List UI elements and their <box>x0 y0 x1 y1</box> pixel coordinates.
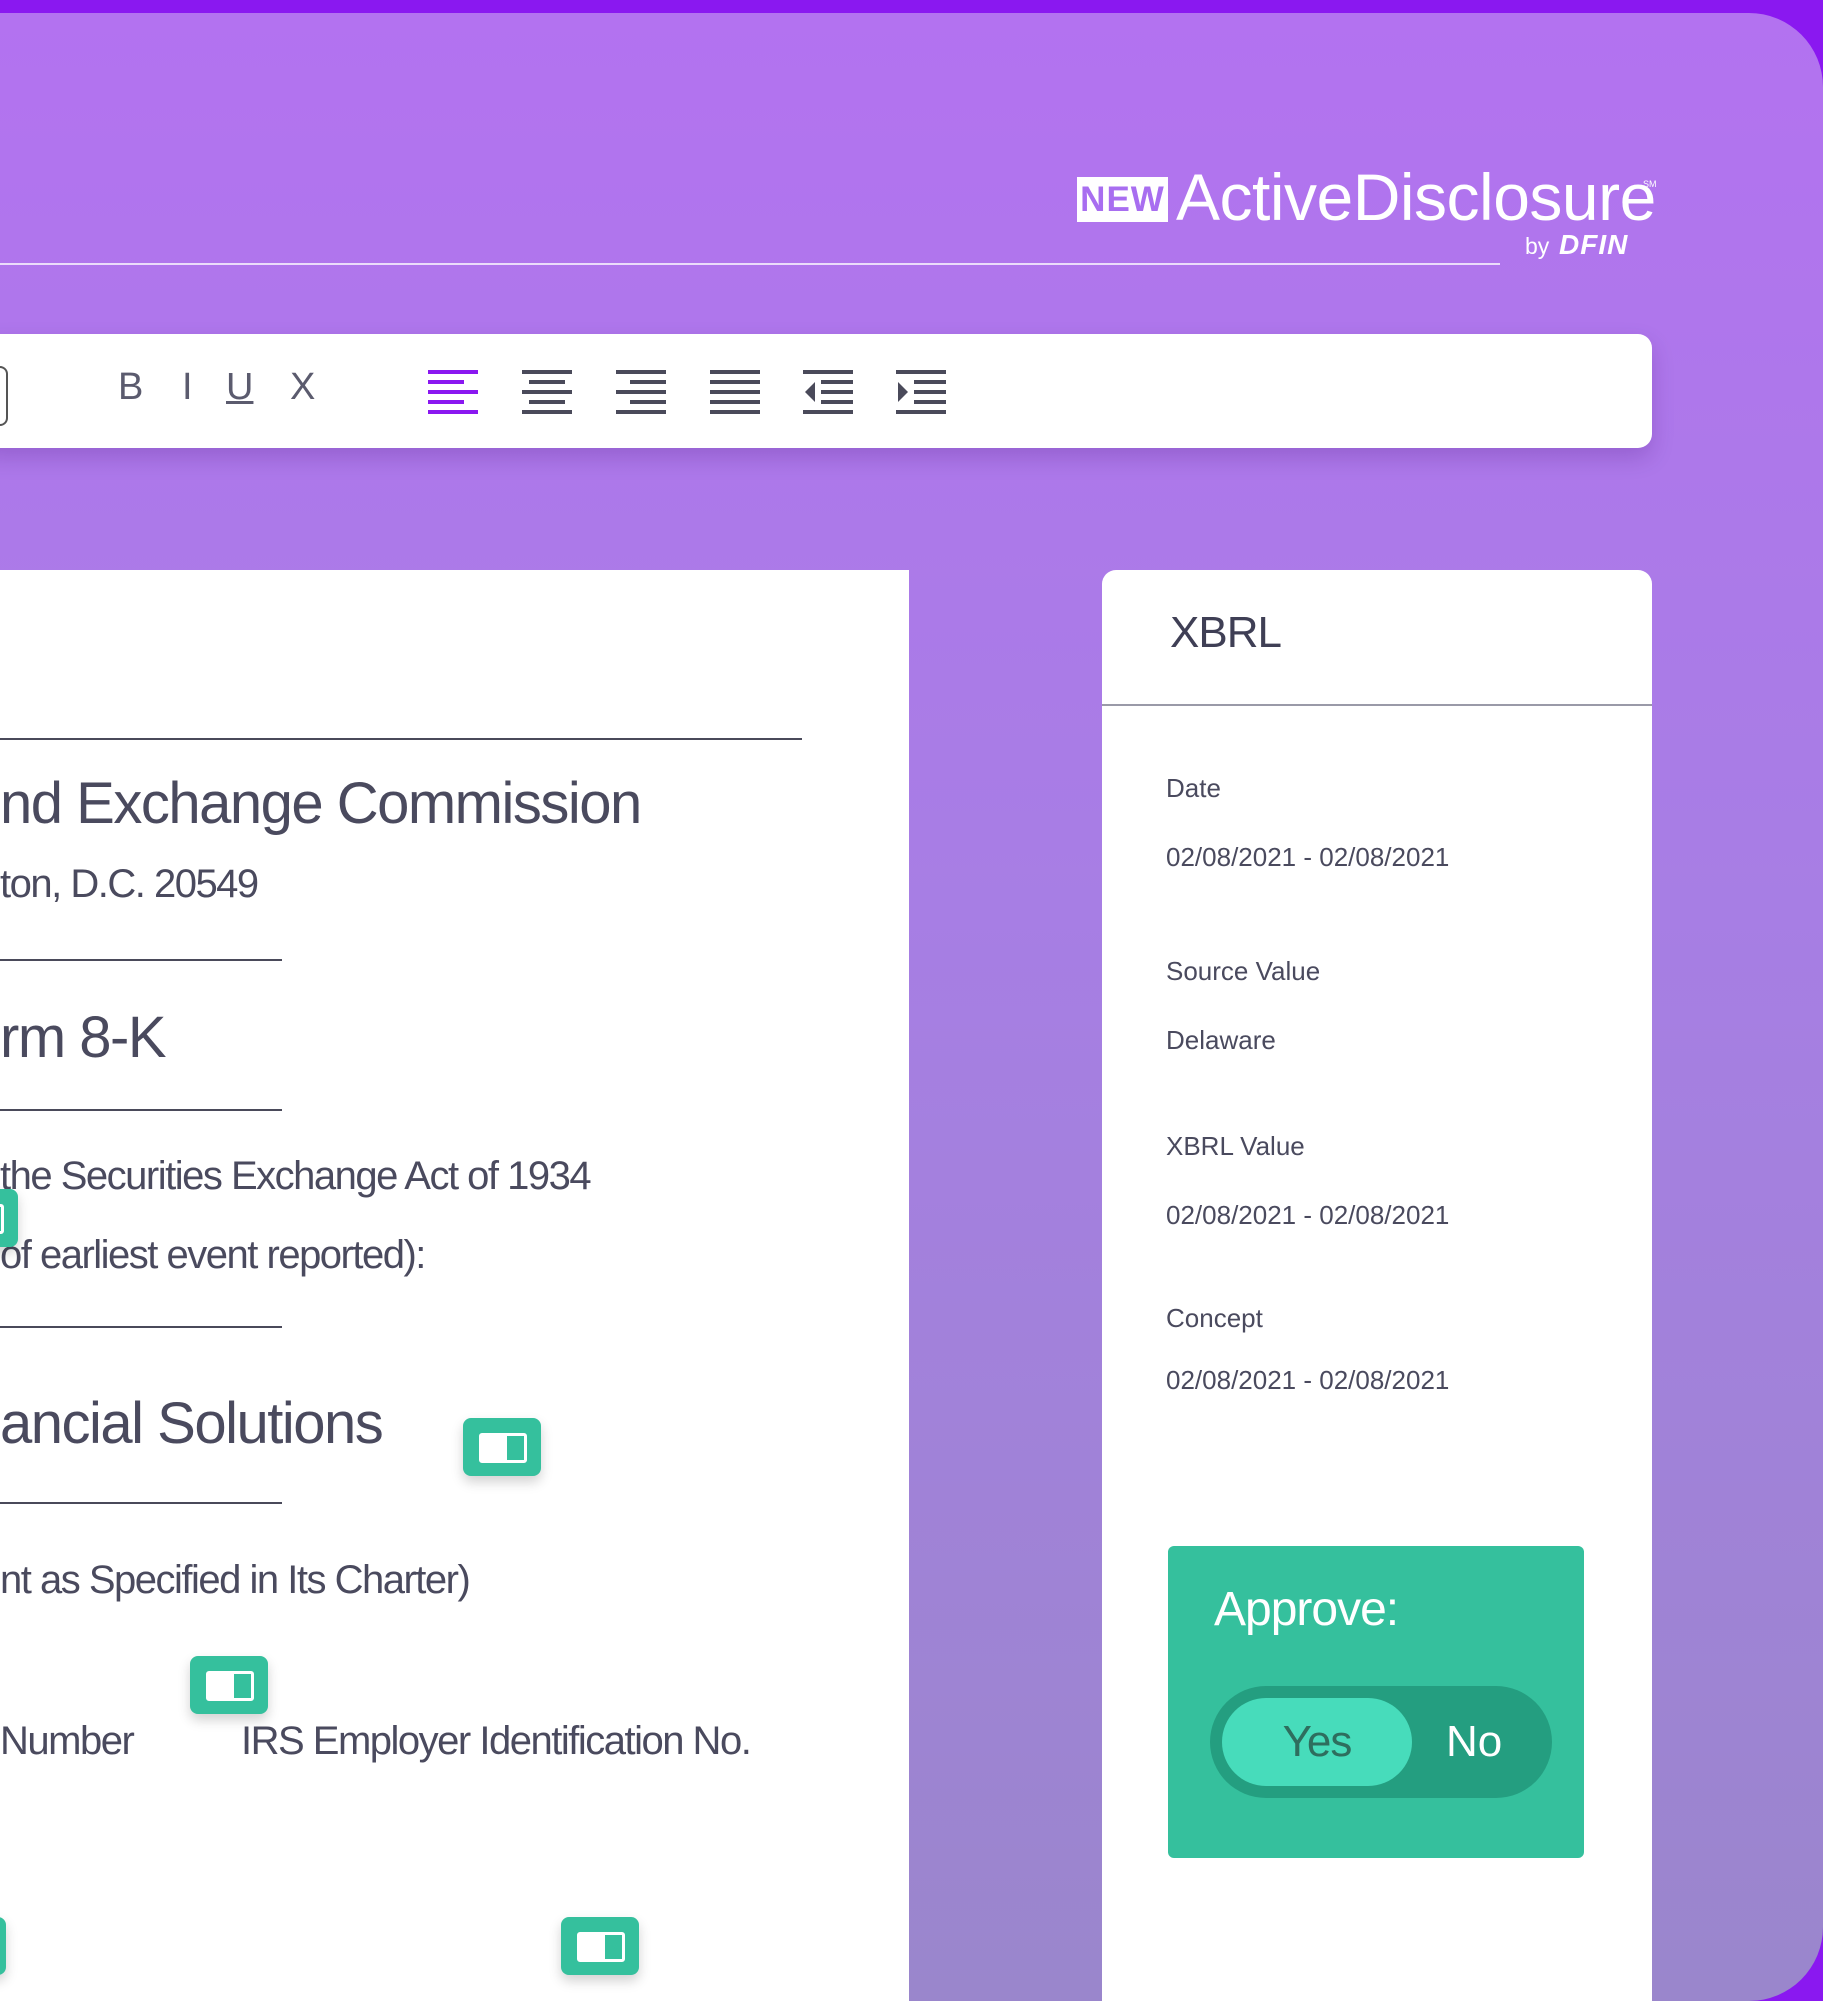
new-badge: NEW <box>1077 177 1168 222</box>
bold-button[interactable]: B <box>118 362 143 412</box>
xbrl-tag-icon[interactable] <box>561 1917 639 1975</box>
xbrl-tag-icon[interactable] <box>0 1917 6 1975</box>
brand-logo: NEW ActiveDisclosure SM by DFIN <box>1077 161 1657 275</box>
divider <box>0 959 282 961</box>
doc-irs-label: IRS Employer Identification No. <box>241 1719 752 1763</box>
xbrl-panel: XBRL Date 02/08/2021 - 02/08/2021 Source… <box>1102 570 1652 2001</box>
field-label-xbrl-value: XBRL Value <box>1166 1131 1305 1161</box>
panel-divider <box>1102 704 1652 706</box>
strikethrough-button[interactable]: X <box>290 362 315 412</box>
doc-registrant-label: nt as Specified in Its Charter) <box>0 1558 471 1602</box>
field-value-concept: 02/08/2021 - 02/08/2021 <box>1166 1365 1450 1395</box>
xbrl-tag-icon[interactable] <box>0 1189 18 1247</box>
justify-icon[interactable] <box>710 370 760 414</box>
approve-no-option[interactable]: No <box>1446 1698 1502 1786</box>
align-right-icon[interactable] <box>616 370 666 414</box>
field-label-source-value: Source Value <box>1166 956 1321 986</box>
doc-commission-number-label: Number <box>0 1719 135 1763</box>
field-value-xbrl-value: 02/08/2021 - 02/08/2021 <box>1166 1200 1450 1230</box>
xbrl-tag-icon[interactable] <box>463 1418 541 1476</box>
doc-event-date-label: of earliest event reported): <box>0 1233 426 1277</box>
doc-heading-commission: nd Exchange Commission <box>0 771 642 836</box>
align-center-icon[interactable] <box>522 370 572 414</box>
approve-yes-option[interactable]: Yes <box>1222 1698 1412 1786</box>
document-page: nd Exchange Commission ton, D.C. 20549 r… <box>0 570 909 2001</box>
xbrl-tag-icon[interactable] <box>190 1656 268 1714</box>
approve-card: Approve: Yes No <box>1168 1546 1584 1858</box>
outdent-icon[interactable] <box>803 370 853 414</box>
formatting-toolbar: B I U X <box>0 334 1652 448</box>
service-mark: SM <box>1643 179 1657 189</box>
italic-button[interactable]: I <box>182 362 193 412</box>
field-value-source-value: Delaware <box>1166 1025 1276 1055</box>
divider <box>0 1326 282 1328</box>
field-value-date: 02/08/2021 - 02/08/2021 <box>1166 842 1450 872</box>
header-divider <box>0 263 1500 265</box>
align-left-icon[interactable] <box>428 370 478 414</box>
doc-company-name: ancial Solutions <box>0 1391 384 1456</box>
doc-form-title: rm 8-K <box>0 1005 167 1070</box>
underline-button[interactable]: U <box>226 362 253 412</box>
field-label-concept: Concept <box>1166 1303 1263 1333</box>
approve-toggle[interactable]: Yes No <box>1210 1686 1552 1798</box>
divider <box>0 1109 282 1111</box>
divider <box>0 1502 282 1504</box>
field-label-date: Date <box>1166 773 1221 803</box>
doc-act-reference: the Securities Exchange Act of 1934 <box>0 1154 592 1198</box>
panel-title: XBRL <box>1170 608 1282 657</box>
product-name: ActiveDisclosure <box>1176 160 1656 234</box>
brand-by: by <box>1525 233 1550 259</box>
approve-label: Approve: <box>1214 1583 1399 1636</box>
doc-address: ton, D.C. 20549 <box>0 862 259 906</box>
divider <box>0 738 802 740</box>
style-dropdown[interactable] <box>0 366 8 426</box>
app-background: NEW ActiveDisclosure SM by DFIN B I U X <box>0 13 1823 2001</box>
indent-icon[interactable] <box>896 370 946 414</box>
company-logo: DFIN <box>1559 229 1629 260</box>
